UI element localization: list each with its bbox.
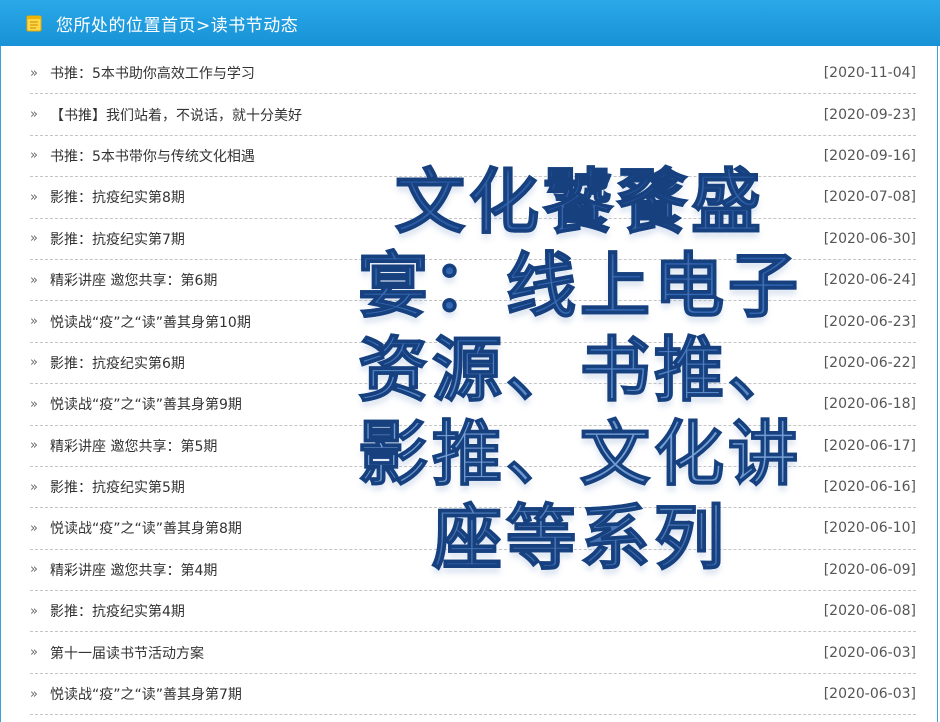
double-chevron-right-icon: » [30, 231, 38, 247]
news-item[interactable]: » 影推：抗疫纪实第5期 [2020-06-16] [30, 467, 916, 509]
double-chevron-right-icon: » [30, 438, 38, 454]
news-item-title-link[interactable]: 影推：抗疫纪实第6期 [50, 353, 824, 373]
news-item-date: [2020-09-23] [823, 106, 916, 123]
news-item[interactable]: » 悦读战“疫”之“读”善其身第8期 [2020-06-10] [30, 508, 916, 550]
news-item-title-link[interactable]: 精彩讲座 邀您共享：第4期 [50, 560, 824, 580]
news-item-title-link[interactable]: 【书推】我们站着，不说话，就十分美好 [50, 105, 824, 125]
double-chevron-right-icon: » [30, 107, 38, 123]
news-item[interactable]: » 精彩讲座 邀您共享：第5期 [2020-06-17] [30, 426, 916, 467]
news-item-title-link[interactable]: 影推：抗疫纪实第4期 [50, 601, 824, 621]
news-item[interactable]: » 【书推】我们站着，不说话，就十分美好 [2020-09-23] [30, 94, 916, 136]
news-item[interactable]: » 书推：5本书带你与传统文化相遇 [2020-09-16] [30, 136, 916, 178]
notebook-icon [26, 15, 42, 32]
news-item-title-link[interactable]: 第十一届读书节活动方案 [50, 643, 824, 663]
double-chevron-right-icon: » [30, 148, 38, 164]
news-item[interactable]: » 悦读战“疫”之“读”善其身第7期 [2020-06-03] [30, 674, 916, 716]
double-chevron-right-icon: » [30, 645, 38, 661]
news-item-title-link[interactable]: 精彩讲座 邀您共享：第5期 [50, 436, 824, 456]
news-item[interactable]: » 影推：抗疫纪实第4期 [2020-06-08] [30, 591, 916, 633]
news-item-date: [2020-06-10] [823, 520, 916, 537]
news-item[interactable]: » 精彩讲座 邀您共享：第4期 [2020-06-09] [30, 550, 916, 592]
news-item-title-link[interactable]: 精彩讲座 邀您共享：第6期 [50, 270, 824, 290]
news-item-title-link[interactable]: 影推：抗疫纪实第5期 [50, 477, 824, 497]
news-item[interactable]: » 影推：抗疫纪实第7期 [2020-06-30] [30, 219, 916, 260]
news-item-title-link[interactable]: 悦读战“疫”之“读”善其身第8期 [50, 518, 824, 538]
double-chevron-right-icon: » [30, 272, 38, 288]
news-item-title-link[interactable]: 悦读战“疫”之“读”善其身第9期 [50, 394, 824, 414]
news-item-title-link[interactable]: 悦读战“疫”之“读”善其身第7期 [50, 684, 824, 704]
news-item-date: [2020-06-23] [823, 313, 916, 330]
news-item-date: [2020-11-04] [823, 65, 916, 82]
double-chevron-right-icon: » [30, 479, 38, 495]
news-item[interactable]: » 影推：抗疫纪实第6期 [2020-06-22] [30, 343, 916, 385]
news-item[interactable]: » 书推：5本书助你高效工作与学习 [2020-11-04] [30, 53, 916, 95]
double-chevron-right-icon: » [30, 520, 38, 536]
news-item-date: [2020-06-30] [823, 230, 916, 247]
news-item-date: [2020-06-18] [823, 396, 916, 413]
double-chevron-right-icon: » [30, 65, 38, 81]
double-chevron-right-icon: » [30, 562, 38, 578]
double-chevron-right-icon: » [30, 189, 38, 205]
news-item-date: [2020-06-03] [823, 686, 916, 703]
breadcrumb: 您所处的位置首页>读书节动态 [56, 15, 299, 36]
news-item[interactable]: » 悦读战“疫”之“读”善其身第9期 [2020-06-18] [30, 384, 916, 426]
news-item-title-link[interactable]: 影推：抗疫纪实第7期 [50, 229, 824, 249]
news-item[interactable]: » 精彩讲座 邀您共享：第6期 [2020-06-24] [30, 260, 916, 302]
double-chevron-right-icon: » [30, 314, 38, 330]
news-item-title-link[interactable]: 悦读战“疫”之“读”善其身第10期 [50, 312, 824, 332]
news-list: » 书推：5本书助你高效工作与学习 [2020-11-04] » 【书推】我们站着，不说… [30, 53, 916, 716]
double-chevron-right-icon: » [30, 603, 38, 619]
double-chevron-right-icon: » [30, 396, 38, 412]
news-item-date: [2020-06-08] [823, 603, 916, 620]
location-header: 您所处的位置首页>读书节动态 [0, 0, 940, 46]
news-item[interactable]: » 影推：抗疫纪实第8期 [2020-07-08] [30, 177, 916, 219]
news-item[interactable]: » 悦读战“疫”之“读”善其身第10期 [2020-06-23] [30, 301, 916, 343]
news-item-date: [2020-06-09] [823, 561, 916, 578]
news-item-date: [2020-07-08] [823, 189, 916, 206]
news-item-title-link[interactable]: 书推：5本书助你高效工作与学习 [50, 63, 824, 83]
news-item-date: [2020-06-22] [823, 354, 916, 371]
news-item[interactable]: » 第十一届读书节活动方案 [2020-06-03] [30, 632, 916, 674]
news-item-date: [2020-06-24] [823, 272, 916, 289]
news-item-date: [2020-09-16] [823, 147, 916, 164]
news-item-date: [2020-06-03] [823, 644, 916, 661]
double-chevron-right-icon: » [30, 355, 38, 371]
news-item-title-link[interactable]: 影推：抗疫纪实第8期 [50, 187, 824, 207]
news-item-title-link[interactable]: 书推：5本书带你与传统文化相遇 [50, 146, 824, 166]
double-chevron-right-icon: » [30, 686, 38, 702]
news-item-date: [2020-06-17] [823, 437, 916, 454]
news-item-date: [2020-06-16] [823, 479, 916, 496]
